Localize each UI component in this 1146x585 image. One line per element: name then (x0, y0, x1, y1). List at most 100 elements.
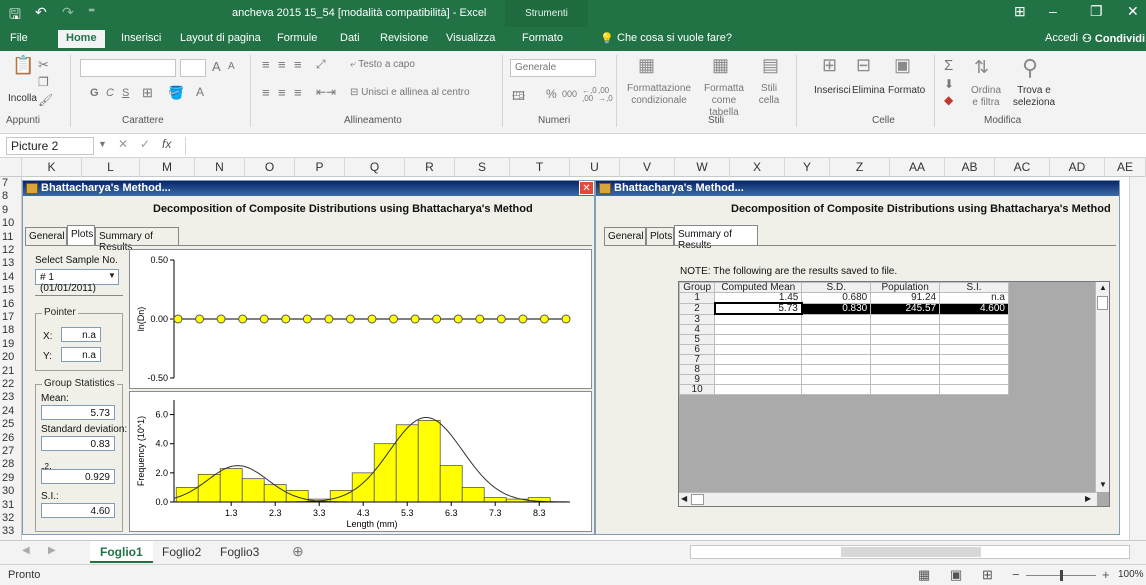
table-row[interactable]: 4 (678, 323, 1009, 335)
column-header-sd[interactable]: S.D. (801, 282, 872, 293)
orientation-icon[interactable]: ⤢ (316, 57, 326, 72)
cell-si[interactable] (939, 333, 1009, 345)
sheet-tab-foglio1[interactable]: Foglio1 (90, 541, 153, 563)
row-header[interactable]: 14 (0, 271, 21, 284)
table-row[interactable]: 9 (678, 373, 1009, 385)
row-header[interactable]: 23 (0, 391, 21, 404)
cell-si[interactable] (939, 373, 1009, 385)
ribbon-display-icon[interactable]: ⊞ (1014, 3, 1026, 20)
column-header[interactable]: X (730, 158, 785, 177)
tab-summary-of-results[interactable]: Summary of Results (95, 227, 179, 253)
row-header[interactable]: 21 (0, 365, 21, 378)
column-header[interactable]: K (22, 158, 82, 177)
redo-icon[interactable]: ↷ (62, 4, 74, 21)
cell-population[interactable]: 91.24 (870, 292, 941, 304)
sheet-horizontal-scrollbar[interactable] (690, 545, 1130, 559)
r2-field[interactable]: 0.929 (41, 469, 115, 484)
row-header[interactable]: 31 (0, 499, 21, 512)
select-sample-dropdown[interactable]: # 1 (01/01/2011) (35, 269, 119, 294)
cell-population[interactable] (870, 363, 941, 375)
row-header[interactable]: 25 (0, 418, 21, 431)
formula-enter-icon[interactable]: ✓ (140, 137, 150, 151)
results-grid[interactable]: Group Computed Mean S.D. Population S.I.… (678, 281, 1110, 507)
length-frequency-histogram[interactable]: 0.0 2.0 4.0 6.0 1.3 2.3 3.3 4.3 5.3 6.3 7.3 8.3 Leng… (130, 392, 591, 531)
vertical-scrollbar[interactable]: ▲ ▼ (1095, 282, 1109, 492)
share-button[interactable]: ⚇ Condividi (1082, 32, 1145, 45)
page-layout-view-icon[interactable]: ▣ (950, 567, 962, 583)
cell-population[interactable] (870, 333, 941, 345)
delete-cells-button[interactable]: Elimina (852, 85, 885, 96)
zoom-level[interactable]: 100% (1118, 569, 1144, 580)
name-box[interactable]: Picture 2 (6, 137, 94, 155)
si-field[interactable]: 4.60 (41, 503, 115, 518)
formula-input[interactable] (185, 137, 1135, 155)
column-header[interactable]: S (455, 158, 510, 177)
font-color-icon[interactable]: A (196, 85, 204, 99)
cell-mean[interactable] (714, 363, 803, 375)
cell-si[interactable] (939, 323, 1009, 335)
select-all-corner[interactable] (0, 158, 22, 177)
formula-cancel-icon[interactable]: ✕ (118, 137, 128, 151)
column-header-group[interactable]: Group (678, 282, 716, 293)
row-header[interactable]: 33 (0, 525, 21, 538)
cell-sd[interactable]: 0.830 (801, 302, 872, 315)
cell-sd[interactable] (801, 373, 872, 385)
sheet-scroll-thumb[interactable] (841, 547, 981, 557)
next-sheet-icon[interactable]: ▶ (48, 545, 56, 556)
horizontal-scrollbar[interactable]: ◀ ▶ (679, 492, 1097, 506)
row-header[interactable]: 30 (0, 485, 21, 498)
sd-field[interactable]: 0.83 (41, 436, 115, 451)
page-break-view-icon[interactable]: ⊞ (982, 567, 993, 583)
customize-qat-icon[interactable]: ⁼ (88, 4, 95, 21)
tell-me-input[interactable]: Che cosa si vuole fare? (617, 32, 732, 44)
format-cells-icon[interactable]: ▣ (894, 55, 911, 76)
table-row[interactable]: 8 (678, 363, 1009, 375)
column-header[interactable]: V (620, 158, 675, 177)
cell-si[interactable] (939, 343, 1009, 355)
cell-si[interactable] (939, 363, 1009, 375)
column-header-population[interactable]: Population (870, 282, 941, 293)
borders-icon[interactable]: ⊞ (142, 85, 153, 101)
insert-cells-icon[interactable]: ⊞ (822, 55, 837, 76)
row-header[interactable]: 24 (0, 405, 21, 418)
cell-mean[interactable] (714, 343, 803, 355)
find-select-button[interactable]: Trova e seleziona (1008, 85, 1060, 109)
column-header[interactable]: O (245, 158, 295, 177)
dec-decimal-button[interactable]: ,00 →,0 (598, 87, 614, 103)
row-header[interactable]: 11 (0, 231, 21, 244)
pointer-y-field[interactable]: n.a (61, 347, 101, 362)
cell-si[interactable]: n.a (939, 292, 1009, 304)
row-header[interactable]: 7 (0, 177, 21, 190)
cell-mean[interactable] (714, 333, 803, 345)
tab-page-layout[interactable]: Layout di pagina (180, 32, 261, 44)
row-header[interactable]: 27 (0, 445, 21, 458)
dropdown-arrow-icon[interactable]: ▼ (108, 271, 116, 280)
format-table-icon[interactable]: ▦ (712, 55, 729, 76)
align-bottom-icon[interactable]: ≡ (294, 57, 302, 72)
cell-sd[interactable] (801, 343, 872, 355)
cell-population[interactable] (870, 353, 941, 365)
bold-button[interactable]: G (90, 87, 99, 99)
table-row[interactable]: 10 (678, 383, 1009, 395)
clear-icon[interactable]: ◆ (944, 93, 953, 107)
underline-button[interactable]: S (122, 87, 129, 99)
prev-sheet-icon[interactable]: ◀ (22, 545, 30, 556)
cell-sd[interactable] (801, 363, 872, 375)
dialog-titlebar[interactable]: Bhattacharya's Method... (596, 181, 1119, 196)
insert-cells-button[interactable]: Inserisci (814, 85, 851, 96)
cell-si[interactable] (939, 383, 1009, 395)
row-header[interactable]: 15 (0, 284, 21, 297)
sheet-tab-foglio3[interactable]: Foglio3 (210, 541, 269, 563)
row-header[interactable]: 12 (0, 244, 21, 257)
cell-mean[interactable]: 1.45 (714, 292, 803, 304)
tab-insert[interactable]: Inserisci (121, 32, 161, 44)
scroll-up-icon[interactable]: ▲ (1099, 283, 1107, 292)
tab-file[interactable]: File (10, 32, 28, 44)
cell-styles-button[interactable]: Stili cella (754, 83, 784, 107)
tab-data[interactable]: Dati (340, 32, 360, 44)
column-header[interactable]: U (570, 158, 620, 177)
table-row[interactable]: 1 1.45 0.680 91.24 n.a (678, 292, 1009, 304)
row-header[interactable]: 8 (0, 190, 21, 203)
column-header[interactable]: AA (890, 158, 945, 177)
format-table-button[interactable]: Formatta come tabella (698, 83, 750, 119)
